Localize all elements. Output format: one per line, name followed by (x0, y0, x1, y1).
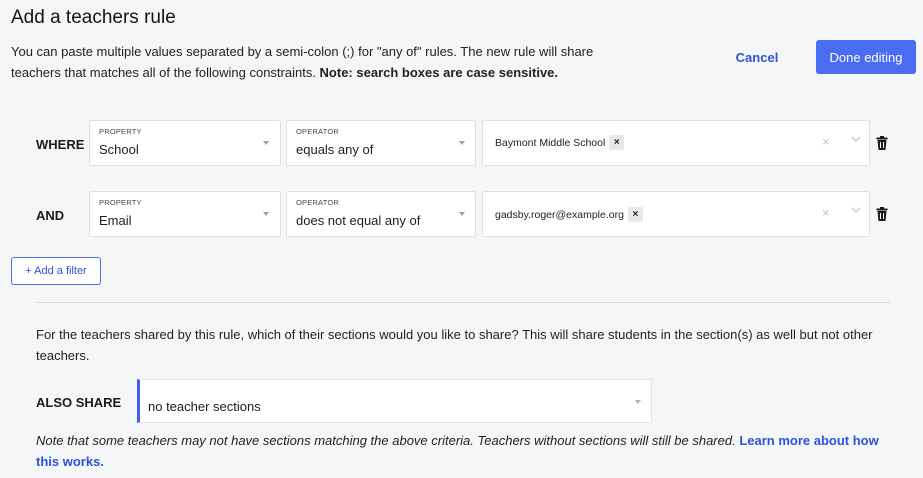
cancel-button[interactable]: Cancel (717, 42, 797, 72)
property-select-label: PROPERTY (99, 127, 142, 136)
also-share-select[interactable]: no teacher sections (137, 379, 652, 423)
done-editing-button[interactable]: Done editing (816, 40, 916, 74)
sections-note: Note that some teachers may not have sec… (36, 430, 896, 472)
property-select-value: School (99, 142, 139, 157)
value-chip: Baymont Middle School × (495, 134, 625, 151)
chip-remove-icon[interactable]: × (627, 207, 643, 222)
operator-select-label: OPERATOR (296, 198, 339, 207)
chevron-down-icon (263, 141, 269, 145)
chevron-down-icon (459, 212, 465, 216)
operator-select-value: does not equal any of (296, 213, 421, 228)
trash-icon[interactable] (876, 207, 888, 221)
trash-icon[interactable] (876, 136, 888, 150)
chip-remove-icon[interactable]: × (609, 135, 625, 150)
values-multiselect[interactable]: Baymont Middle School × × (482, 120, 870, 166)
value-chip: gadsby.roger@example.org × (495, 206, 643, 223)
share-description: For the teachers shared by this rule, wh… (36, 327, 873, 363)
operator-select-label: OPERATOR (296, 127, 339, 136)
values-multiselect[interactable]: gadsby.roger@example.org × × (482, 191, 870, 237)
value-chip-label: gadsby.roger@example.org (495, 208, 624, 221)
rule-description: You can paste multiple values separated … (11, 41, 631, 83)
property-select[interactable]: PROPERTY Email (89, 191, 281, 237)
chevron-down-icon (635, 400, 641, 404)
rule-connector-where: WHERE (36, 137, 85, 152)
value-chip-label: Baymont Middle School (495, 136, 606, 149)
property-select[interactable]: PROPERTY School (89, 120, 281, 166)
also-share-label: ALSO SHARE (36, 395, 122, 410)
chevron-down-icon (459, 141, 465, 145)
property-select-value: Email (99, 213, 132, 228)
property-select-label: PROPERTY (99, 198, 142, 207)
section-divider (36, 302, 890, 303)
rule-editor-panel: Add a teachers rule You can paste multip… (0, 0, 923, 478)
also-share-value: no teacher sections (148, 399, 261, 414)
clear-values-icon[interactable]: × (822, 134, 830, 149)
operator-select-value: equals any of (296, 142, 374, 157)
rule-connector-and: AND (36, 208, 65, 223)
chevron-down-icon (263, 212, 269, 216)
page-title: Add a teachers rule (11, 7, 176, 28)
add-filter-button[interactable]: + Add a filter (11, 257, 101, 285)
clear-values-icon[interactable]: × (822, 205, 830, 220)
case-sensitive-note: Note: search boxes are case sensitive. (319, 65, 559, 80)
operator-select[interactable]: OPERATOR does not equal any of (286, 191, 476, 237)
sections-note-text: Note that some teachers may not have sec… (36, 433, 740, 448)
chevron-down-icon[interactable] (849, 203, 863, 217)
chevron-down-icon[interactable] (849, 132, 863, 146)
operator-select[interactable]: OPERATOR equals any of (286, 120, 476, 166)
